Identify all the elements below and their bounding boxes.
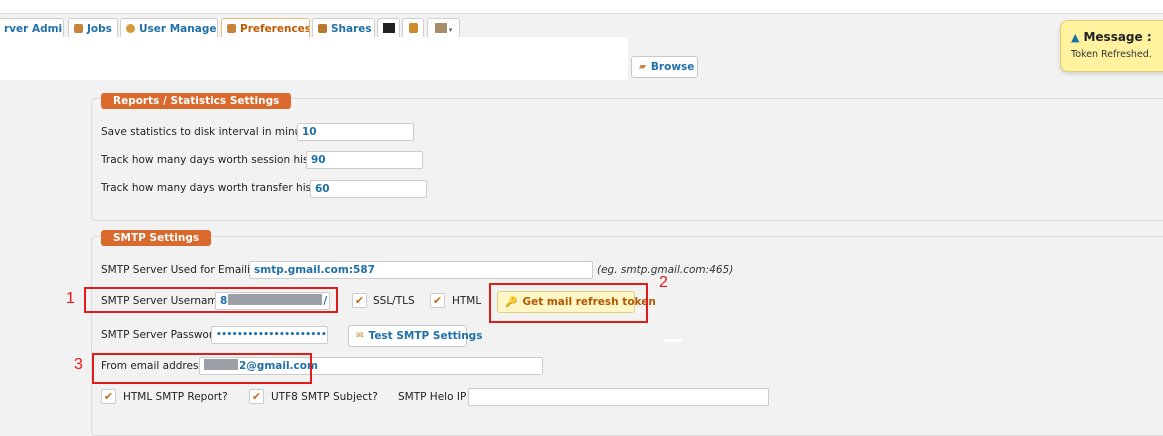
helo-ip-label: SMTP Helo IP :: [398, 391, 474, 403]
message-title: ▲ Message :: [1071, 30, 1152, 44]
test-smtp-label: Test SMTP Settings: [368, 330, 483, 342]
message-body: Token Refreshed.: [1071, 49, 1152, 60]
test-smtp-button[interactable]: ✉ Test SMTP Settings: [348, 325, 482, 347]
tab-image-menu[interactable]: ▾: [427, 18, 460, 39]
annotation-number-1: 1: [66, 290, 75, 307]
reports-legend: Reports / Statistics Settings: [101, 93, 292, 109]
ssl-label: SSL/TLS: [373, 295, 415, 307]
terminal-icon: [382, 23, 395, 33]
annotation-box-2: [489, 283, 648, 323]
jobs-icon: [74, 24, 83, 33]
folder-icon: ▰: [639, 62, 646, 72]
save-interval-input[interactable]: 10: [297, 123, 414, 141]
tab-label: Preferences: [240, 23, 310, 35]
user-icon: [126, 24, 135, 33]
annotation-box-3: [92, 353, 312, 384]
message-title-text: Message :: [1083, 30, 1152, 44]
html-report-checkbox[interactable]: ✔: [101, 389, 116, 404]
html-checkbox[interactable]: ✔: [430, 293, 445, 308]
preferences-icon: [227, 24, 236, 33]
save-interval-label: Save statistics to disk interval in minu…: [101, 126, 325, 138]
smtp-legend: SMTP Settings: [101, 230, 212, 246]
session-history-label: Track how many days worth session histor…: [101, 154, 337, 166]
utf8-subject-label: UTF8 SMTP Subject?: [271, 391, 378, 403]
header-white-area: [0, 37, 628, 80]
tab-shares[interactable]: Shares: [312, 18, 375, 39]
ssl-checkbox[interactable]: ✔: [352, 293, 367, 308]
chevron-down-icon: ▾: [448, 26, 453, 34]
session-history-input[interactable]: 90: [306, 151, 423, 169]
lock-icon: [408, 23, 418, 33]
small-white-mark: [664, 339, 682, 342]
annotation-box-1: [84, 287, 338, 313]
tab-terminal[interactable]: [377, 18, 400, 39]
smtp-server-label: SMTP Server Used for Emailing :: [101, 264, 271, 276]
image-icon: [434, 23, 447, 33]
tab-label: Shares: [331, 23, 372, 35]
browse-label: Browse: [650, 61, 695, 73]
annotation-number-3: 3: [74, 356, 83, 373]
warning-icon: ▲: [1071, 31, 1080, 44]
top-strip: [0, 0, 1163, 14]
smtp-server-input[interactable]: smtp.gmail.com:587: [249, 261, 593, 279]
helo-ip-input[interactable]: [468, 388, 769, 406]
transfer-history-label: Track how many days worth transfer histo…: [101, 182, 340, 194]
message-toast: ▲ Message : Token Refreshed.: [1060, 20, 1163, 72]
html-label: HTML: [452, 295, 482, 307]
shares-icon: [318, 24, 327, 33]
tab-label: User Manager: [139, 23, 218, 35]
tab-lock[interactable]: [402, 18, 424, 39]
browse-button[interactable]: ▰ Browse: [631, 56, 698, 78]
smtp-password-input[interactable]: •••••••••••••••••••••: [211, 326, 328, 344]
tab-jobs[interactable]: Jobs: [68, 18, 118, 39]
mail-icon: ✉: [356, 331, 364, 341]
html-report-label: HTML SMTP Report?: [123, 391, 228, 403]
tab-label: rver Admin: [4, 23, 64, 35]
tab-label: Jobs: [87, 23, 112, 35]
tab-user-manager[interactable]: User Manager: [120, 18, 218, 39]
tab-server-admin[interactable]: rver Admin: [0, 18, 64, 39]
transfer-history-input[interactable]: 60: [310, 180, 427, 198]
utf8-subject-checkbox[interactable]: ✔: [249, 389, 264, 404]
tab-preferences[interactable]: Preferences: [221, 18, 310, 39]
annotation-number-2: 2: [659, 274, 668, 291]
smtp-password-label: SMTP Server Password :: [101, 329, 227, 341]
